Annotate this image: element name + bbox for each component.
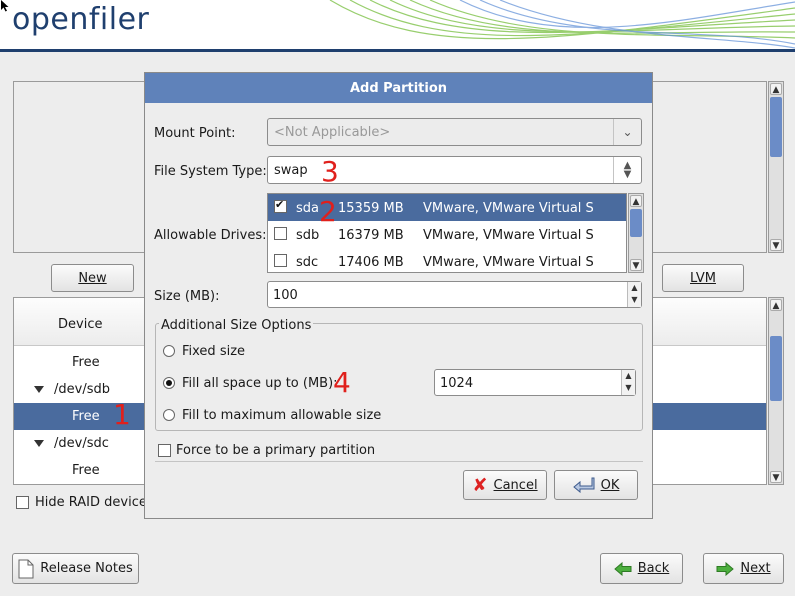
scroll-thumb[interactable]: [770, 97, 782, 157]
fs-type-label: File System Type:: [154, 164, 267, 179]
ok-label: OK: [600, 477, 620, 493]
fill-up-to-value: 1024: [440, 376, 474, 391]
drive-size: 15359 MB: [338, 201, 404, 216]
fill-max-label: Fill to maximum allowable size: [182, 408, 382, 423]
cancel-x-icon: ✘: [472, 474, 488, 496]
new-button-label: New: [78, 270, 107, 286]
drive-name: sdc: [296, 255, 319, 270]
mount-point-label: Mount Point:: [154, 126, 236, 141]
fill-up-to-label: Fill all space up to (MB):: [182, 376, 338, 391]
fill-up-to-spinbox[interactable]: 1024 ▲ ▼: [434, 369, 636, 396]
drive-size: 17406 MB: [338, 255, 404, 270]
scroll-thumb[interactable]: [770, 336, 782, 401]
scroll-thumb[interactable]: [630, 209, 642, 237]
drive-model: VMware, VMware Virtual S: [423, 255, 594, 270]
tree-row-label: /dev/sdb: [54, 382, 110, 397]
spin-up-icon[interactable]: ▲: [622, 370, 635, 382]
cancel-button[interactable]: ✘ Cancel: [463, 470, 547, 500]
document-icon: [18, 559, 34, 578]
dialog-separator: [155, 461, 643, 462]
lvm-button[interactable]: LVM: [662, 264, 744, 292]
fixed-size-radio[interactable]: [163, 345, 175, 357]
tree-row-label: /dev/sdc: [54, 436, 109, 451]
annotation-1: 1: [113, 398, 131, 431]
add-partition-dialog: Add Partition Mount Point: <Not Applicab…: [144, 72, 653, 519]
size-spin-buttons[interactable]: ▲ ▼: [627, 282, 641, 307]
expander-triangle-icon[interactable]: [34, 440, 44, 447]
next-label: Next: [740, 561, 771, 576]
arrow-right-icon: [716, 561, 735, 576]
fs-type-value: swap: [274, 163, 308, 178]
scroll-up-arrow-icon[interactable]: ▲: [770, 299, 782, 311]
fill-up-to-radio[interactable]: [163, 377, 175, 389]
annotation-2: 2: [319, 195, 337, 228]
fill-spin-buttons[interactable]: ▲ ▼: [621, 370, 635, 395]
drive-row[interactable]: sdc 17406 MB VMware, VMware Virtual S: [268, 248, 626, 272]
fixed-size-label: Fixed size: [182, 344, 246, 359]
mount-point-combo: <Not Applicable> ⌄: [267, 118, 642, 146]
header-banner: openfiler: [0, 0, 795, 52]
drive-checkbox[interactable]: [274, 198, 287, 213]
fill-max-radio[interactable]: [163, 409, 175, 421]
drive-checkbox[interactable]: [274, 227, 287, 240]
next-button[interactable]: Next: [703, 553, 784, 584]
size-spinbox[interactable]: 100 ▲ ▼: [267, 281, 642, 308]
scroll-up-arrow-icon[interactable]: ▲: [770, 83, 782, 95]
force-primary-label: Force to be a primary partition: [176, 443, 376, 458]
ok-enter-icon: [572, 477, 595, 493]
force-primary-checkbox[interactable]: [158, 444, 171, 457]
back-button[interactable]: Back: [600, 553, 683, 584]
drive-name: sda: [296, 201, 319, 216]
arrow-left-icon: [613, 561, 632, 576]
drive-checkbox[interactable]: [274, 254, 287, 267]
spin-down-icon[interactable]: ▼: [628, 294, 641, 306]
tree-row-label: Free: [72, 409, 100, 424]
ok-button[interactable]: OK: [554, 470, 638, 500]
annotation-4: 4: [333, 366, 351, 399]
openfiler-logo: openfiler: [12, 2, 150, 37]
release-notes-label: Release Notes: [40, 561, 133, 576]
drive-panel-scrollbar[interactable]: ▲ ▼: [768, 81, 784, 253]
cancel-label: Cancel: [493, 477, 538, 493]
drive-model: VMware, VMware Virtual S: [423, 228, 594, 243]
lvm-button-label: LVM: [690, 270, 716, 286]
dialog-title: Add Partition: [145, 73, 652, 103]
drive-name: sdb: [296, 228, 320, 243]
chevron-down-icon: ⌄: [613, 119, 641, 145]
size-label: Size (MB):: [154, 289, 220, 304]
annotation-3: 3: [321, 155, 339, 188]
drive-model: VMware, VMware Virtual S: [423, 201, 594, 216]
header-divider: [0, 49, 795, 52]
back-label: Back: [637, 561, 670, 576]
size-value: 100: [273, 288, 298, 303]
tree-row-label: Free: [72, 463, 100, 478]
tree-row-label: Free: [72, 355, 100, 370]
hide-raid-checkbox[interactable]: [16, 496, 29, 509]
release-notes-button[interactable]: Release Notes: [12, 553, 139, 584]
scroll-down-arrow-icon[interactable]: ▼: [770, 471, 782, 483]
scroll-up-arrow-icon[interactable]: ▲: [630, 195, 642, 207]
scroll-down-arrow-icon[interactable]: ▼: [770, 239, 782, 251]
additional-size-options-title: Additional Size Options: [159, 318, 314, 333]
allowable-drives-label: Allowable Drives:: [154, 228, 267, 243]
drive-size: 16379 MB: [338, 228, 404, 243]
new-button[interactable]: New: [51, 264, 134, 292]
updown-chevron-icon[interactable]: ▲ ▼: [613, 157, 641, 183]
spin-down-icon[interactable]: ▼: [622, 382, 635, 394]
expander-triangle-icon[interactable]: [34, 386, 44, 393]
drives-scrollbar[interactable]: ▲ ▼: [628, 193, 644, 273]
hide-raid-label: Hide RAID device/: [35, 495, 152, 510]
device-column-header-label: Device: [58, 317, 103, 332]
spin-up-icon[interactable]: ▲: [628, 282, 641, 294]
device-tree-scrollbar[interactable]: ▲ ▼: [768, 297, 784, 485]
mouse-pointer-icon: [1, 0, 9, 12]
mount-point-value: <Not Applicable>: [274, 125, 391, 140]
scroll-down-arrow-icon[interactable]: ▼: [630, 259, 642, 271]
